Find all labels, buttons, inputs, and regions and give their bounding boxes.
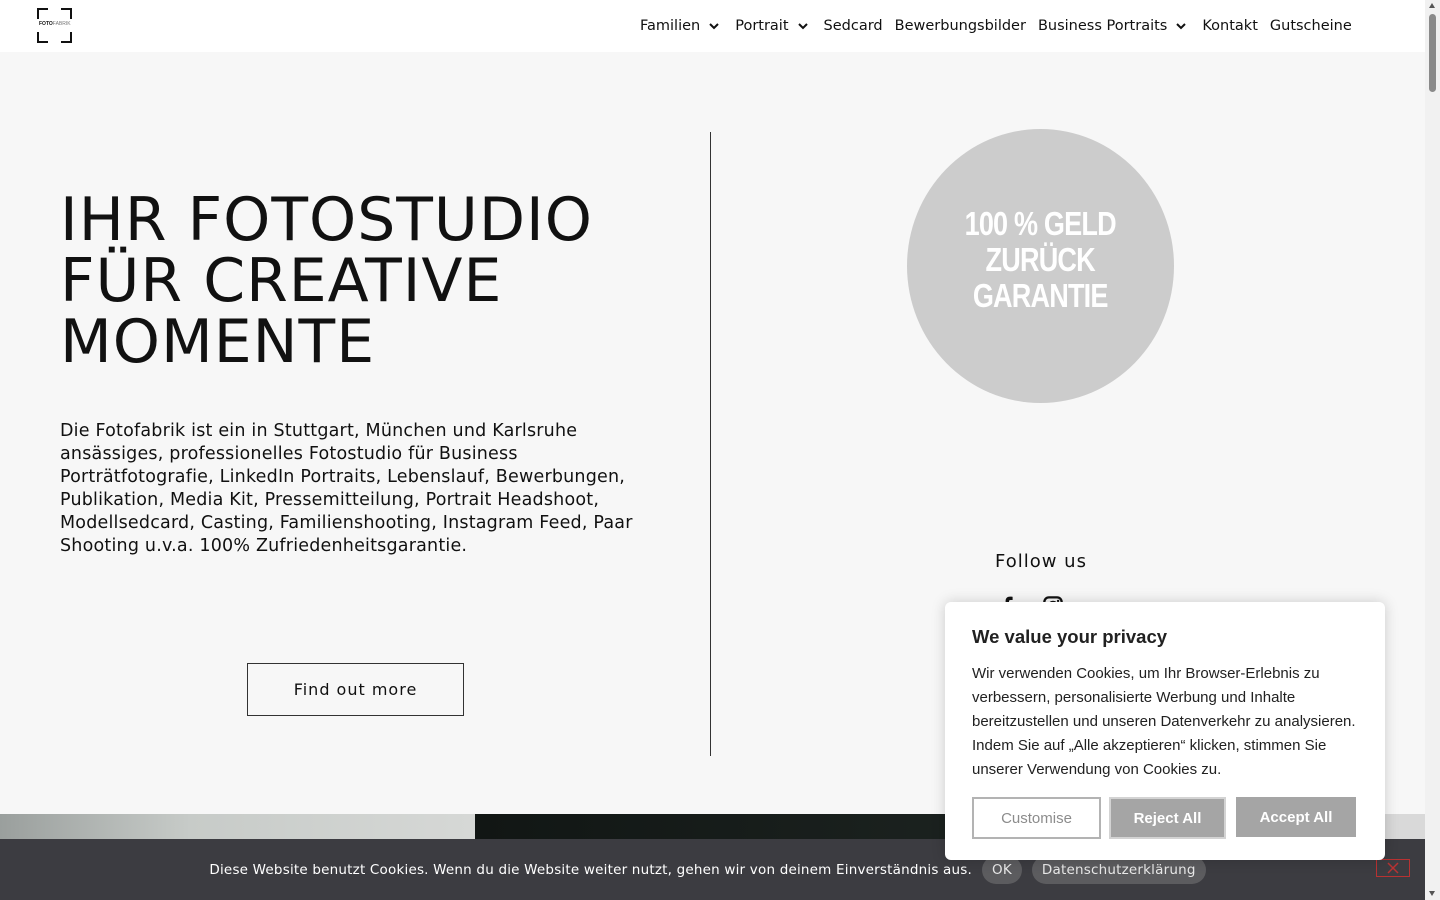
- badge-line: 100 % GELD: [964, 205, 1117, 242]
- badge-line: ZURÜCK: [985, 241, 1096, 278]
- nav-item-familien[interactable]: Familien: [640, 18, 723, 34]
- chevron-down-icon[interactable]: [709, 19, 723, 33]
- hero-title-line: MOMENTE: [60, 307, 376, 377]
- scroll-down-arrow-icon[interactable]: [1429, 891, 1435, 896]
- badge-text: 100 % GELD ZURÜCK GARANTIE: [964, 205, 1117, 314]
- privacy-button-row: Customise Reject All Accept All: [972, 797, 1356, 839]
- hero-title-line: FÜR CREATIVE: [60, 246, 503, 316]
- nav-label: Familien: [640, 18, 701, 34]
- privacy-consent-dialog: We value your privacy Wir verwenden Cook…: [945, 602, 1385, 860]
- badge-line: GARANTIE: [973, 277, 1109, 314]
- scroll-up-arrow-icon[interactable]: [1429, 3, 1435, 8]
- close-icon[interactable]: [1376, 859, 1410, 877]
- privacy-dialog-title: We value your privacy: [972, 626, 1168, 647]
- accept-all-button[interactable]: Accept All: [1236, 797, 1356, 837]
- money-back-guarantee-badge: 100 % GELD ZURÜCK GARANTIE: [907, 129, 1174, 403]
- logo-wordmark: FOTOFABRIK: [39, 21, 71, 27]
- nav-item-sedcard[interactable]: Sedcard: [824, 18, 883, 34]
- vertical-divider: [710, 132, 711, 756]
- nav-label: Portrait: [735, 18, 789, 34]
- chevron-down-icon[interactable]: [1176, 19, 1190, 33]
- main-nav: Familien Portrait Sedcard Bewerbungsbild…: [640, 0, 1364, 52]
- scroll-thumb[interactable]: [1429, 14, 1436, 92]
- reject-all-button[interactable]: Reject All: [1109, 797, 1226, 839]
- nav-item-portrait[interactable]: Portrait: [735, 18, 811, 34]
- logo-corner: [61, 32, 72, 43]
- find-out-more-button[interactable]: Find out more: [247, 663, 464, 716]
- nav-item-gutscheine[interactable]: Gutscheine: [1270, 18, 1352, 34]
- privacy-dialog-body: Wir verwenden Cookies, um Ihr Browser-Er…: [972, 665, 1356, 778]
- logo-corner: [37, 8, 48, 19]
- cookie-bar-message: Diese Website benutzt Cookies. Wenn du d…: [209, 861, 973, 878]
- nav-label: Business Portraits: [1037, 18, 1168, 34]
- customise-button[interactable]: Customise: [972, 797, 1101, 839]
- nav-label: Sedcard: [823, 18, 883, 34]
- hero-title-line: IHR FOTOSTUDIO: [60, 185, 593, 255]
- site-header: FOTOFABRIK Familien Portrait Sedcard Bew…: [0, 0, 1425, 52]
- nav-label: Gutscheine: [1269, 18, 1352, 34]
- chevron-down-icon[interactable]: [797, 19, 812, 33]
- fotofabrik-logo[interactable]: FOTOFABRIK: [37, 8, 72, 43]
- page-scrollbar[interactable]: [1425, 0, 1440, 900]
- logo-corner: [37, 32, 48, 43]
- nav-label: Bewerbungsbilder: [894, 18, 1026, 34]
- follow-us-label: Follow us: [995, 551, 1087, 572]
- logo-corner: [61, 8, 72, 19]
- nav-item-bewerbungsbilder[interactable]: Bewerbungsbilder: [895, 18, 1026, 34]
- hero-description: Die Fotofabrik ist ein in Stuttgart, Mün…: [60, 421, 633, 556]
- nav-item-kontakt[interactable]: Kontakt: [1202, 18, 1258, 34]
- nav-label: Kontakt: [1202, 18, 1258, 34]
- nav-item-business-portraits[interactable]: Business Portraits: [1038, 18, 1190, 34]
- hero-title: IHR FOTOSTUDIO FÜR CREATIVE MOMENTE: [60, 190, 680, 373]
